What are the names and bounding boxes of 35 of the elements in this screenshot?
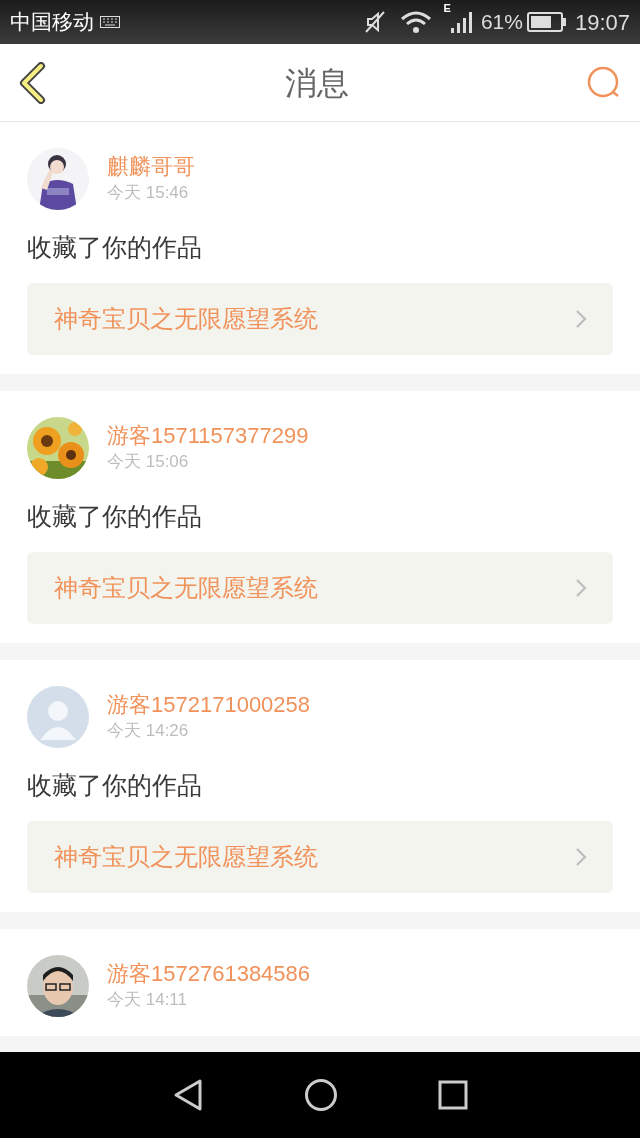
back-icon	[18, 61, 46, 104]
wifi-icon	[399, 10, 432, 34]
user-name[interactable]: 游客1571157377299	[107, 422, 309, 450]
battery-percent: 61%	[480, 9, 523, 36]
back-nav-button[interactable]	[172, 1078, 204, 1112]
keyboard-icon	[100, 16, 120, 28]
user-name[interactable]: 游客1572171000258	[107, 691, 311, 719]
message-text: 收藏了你的作品	[27, 501, 202, 531]
battery-icon	[526, 12, 567, 32]
message-time: 今天 14:11	[107, 989, 188, 1011]
user-name[interactable]: 麒麟哥哥	[107, 153, 195, 181]
message-time: 今天 15:06	[107, 451, 190, 473]
message-time: 今天 14:26	[107, 720, 190, 742]
triangle-icon	[172, 1078, 204, 1112]
page-title: 消息	[285, 63, 349, 103]
carrier-name: 中国移动	[10, 9, 94, 36]
back-button[interactable]	[18, 60, 48, 105]
work-link[interactable]: 神奇宝贝之无限愿望系统	[27, 552, 613, 624]
recents-nav-button[interactable]	[438, 1080, 468, 1110]
network-type: E	[443, 3, 451, 14]
message-text: 收藏了你的作品	[27, 232, 202, 262]
work-link[interactable]: 神奇宝贝之无限愿望系统	[27, 283, 613, 355]
mute-icon	[363, 10, 386, 34]
home-nav-button[interactable]	[304, 1078, 338, 1112]
work-link[interactable]: 神奇宝贝之无限愿望系统	[27, 821, 613, 893]
circle-icon	[304, 1078, 338, 1112]
message-text: 收藏了你的作品	[27, 770, 202, 800]
chevron-right-icon	[575, 578, 587, 598]
square-icon	[438, 1080, 468, 1110]
signal-icon	[450, 11, 473, 33]
chevron-right-icon	[575, 309, 587, 329]
clock: 19:07	[574, 8, 630, 37]
message-time: 今天 15:46	[107, 182, 190, 204]
chevron-right-icon	[575, 847, 587, 867]
user-name[interactable]: 游客1572761384586	[107, 960, 311, 988]
